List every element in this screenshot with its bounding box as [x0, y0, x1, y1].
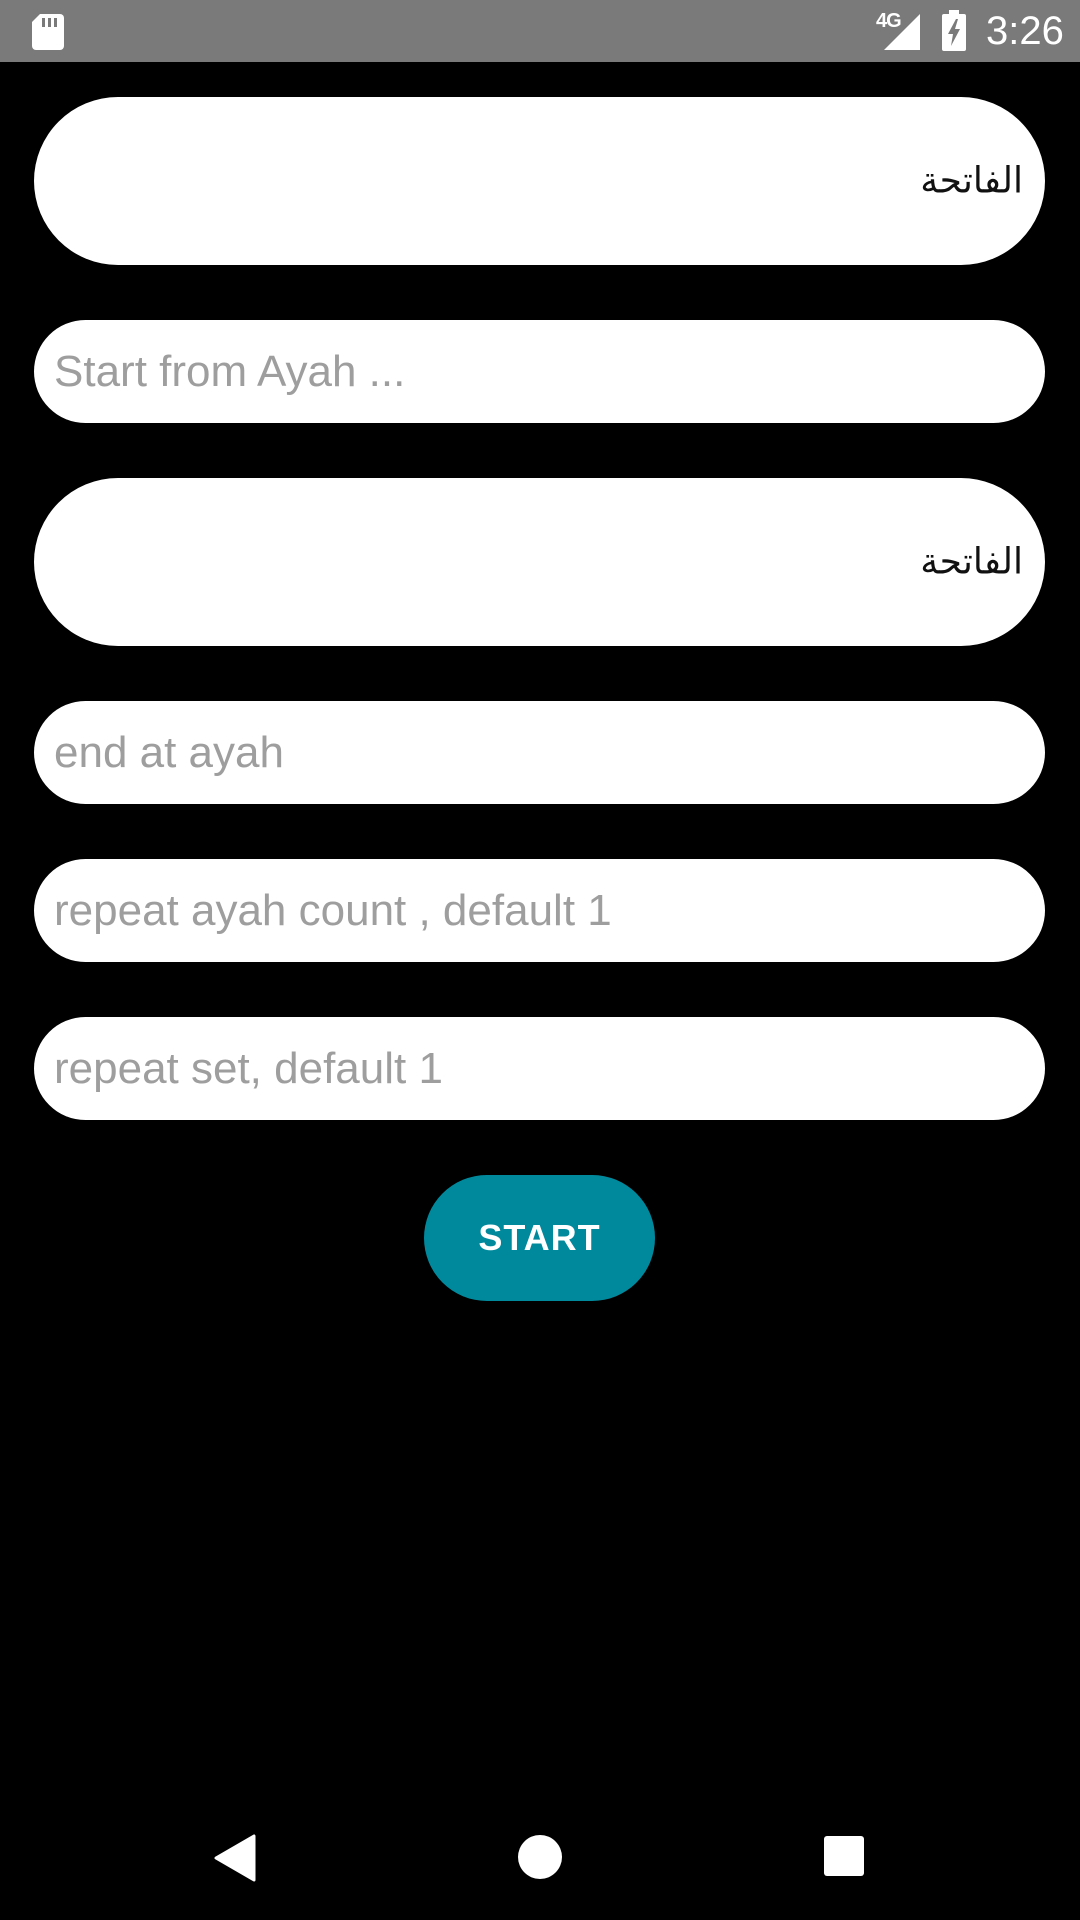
repeat-ayah-input[interactable]	[54, 859, 1014, 962]
status-bar: 4G 3:26	[0, 0, 1080, 62]
status-clock: 3:26	[986, 9, 1064, 53]
back-icon[interactable]	[214, 1834, 258, 1882]
start-ayah-field[interactable]	[34, 320, 1045, 423]
app-screen: 4G 3:26 الفاتحة الفاتحة START	[0, 0, 1080, 1920]
end-ayah-field[interactable]	[34, 701, 1045, 804]
surah-end-selector[interactable]: الفاتحة	[34, 478, 1045, 646]
surah-start-value: الفاتحة	[920, 160, 1023, 202]
battery-charging-icon	[942, 10, 966, 51]
surah-end-value: الفاتحة	[920, 541, 1023, 583]
repeat-set-input[interactable]	[54, 1017, 1014, 1120]
repeat-set-field[interactable]	[34, 1017, 1045, 1120]
recent-apps-icon[interactable]	[824, 1836, 864, 1876]
start-button[interactable]: START	[424, 1175, 655, 1301]
signal-icon	[884, 14, 920, 50]
sd-card-icon	[32, 14, 64, 50]
end-ayah-input[interactable]	[54, 701, 1014, 804]
start-ayah-input[interactable]	[54, 320, 1014, 423]
repeat-ayah-field[interactable]	[34, 859, 1045, 962]
surah-start-selector[interactable]: الفاتحة	[34, 97, 1045, 265]
home-icon[interactable]	[518, 1835, 562, 1879]
